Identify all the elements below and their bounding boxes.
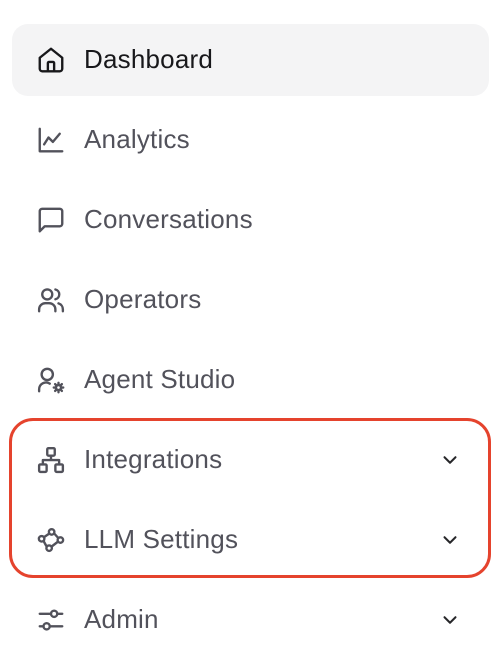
sidebar-item-label: Agent Studio bbox=[84, 363, 236, 394]
sidebar-item-label: LLM Settings bbox=[84, 523, 239, 554]
sidebar-item-conversations[interactable]: Conversations bbox=[12, 184, 489, 256]
sidebar-item-label: Operators bbox=[84, 283, 202, 314]
sidebar-nav: Dashboard Analytics Conversations Operat… bbox=[0, 0, 500, 662]
sliders-icon bbox=[36, 605, 66, 635]
sidebar-item-operators[interactable]: Operators bbox=[12, 264, 489, 336]
sidebar-item-label: Integrations bbox=[84, 443, 223, 474]
message-square-icon bbox=[36, 205, 66, 235]
line-chart-icon bbox=[36, 125, 66, 155]
sidebar-item-label: Admin bbox=[84, 603, 159, 634]
sidebar-item-admin[interactable]: Admin bbox=[12, 584, 489, 656]
sidebar-item-label: Analytics bbox=[84, 123, 190, 154]
network-icon bbox=[36, 445, 66, 475]
sidebar-item-agent-studio[interactable]: Agent Studio bbox=[12, 344, 489, 416]
chevron-down-icon[interactable] bbox=[439, 529, 461, 551]
sidebar-item-label: Conversations bbox=[84, 203, 253, 234]
users-icon bbox=[36, 285, 66, 315]
sidebar-item-llm-settings[interactable]: LLM Settings bbox=[12, 504, 489, 576]
chevron-down-icon[interactable] bbox=[439, 609, 461, 631]
sidebar-item-integrations[interactable]: Integrations bbox=[12, 424, 489, 496]
sidebar-item-analytics[interactable]: Analytics bbox=[12, 104, 489, 176]
home-icon bbox=[36, 45, 66, 75]
chevron-down-icon[interactable] bbox=[439, 449, 461, 471]
workflow-icon bbox=[36, 525, 66, 555]
sidebar-item-label: Dashboard bbox=[84, 43, 213, 74]
user-cog-icon bbox=[36, 365, 66, 395]
sidebar-item-dashboard[interactable]: Dashboard bbox=[12, 24, 489, 96]
